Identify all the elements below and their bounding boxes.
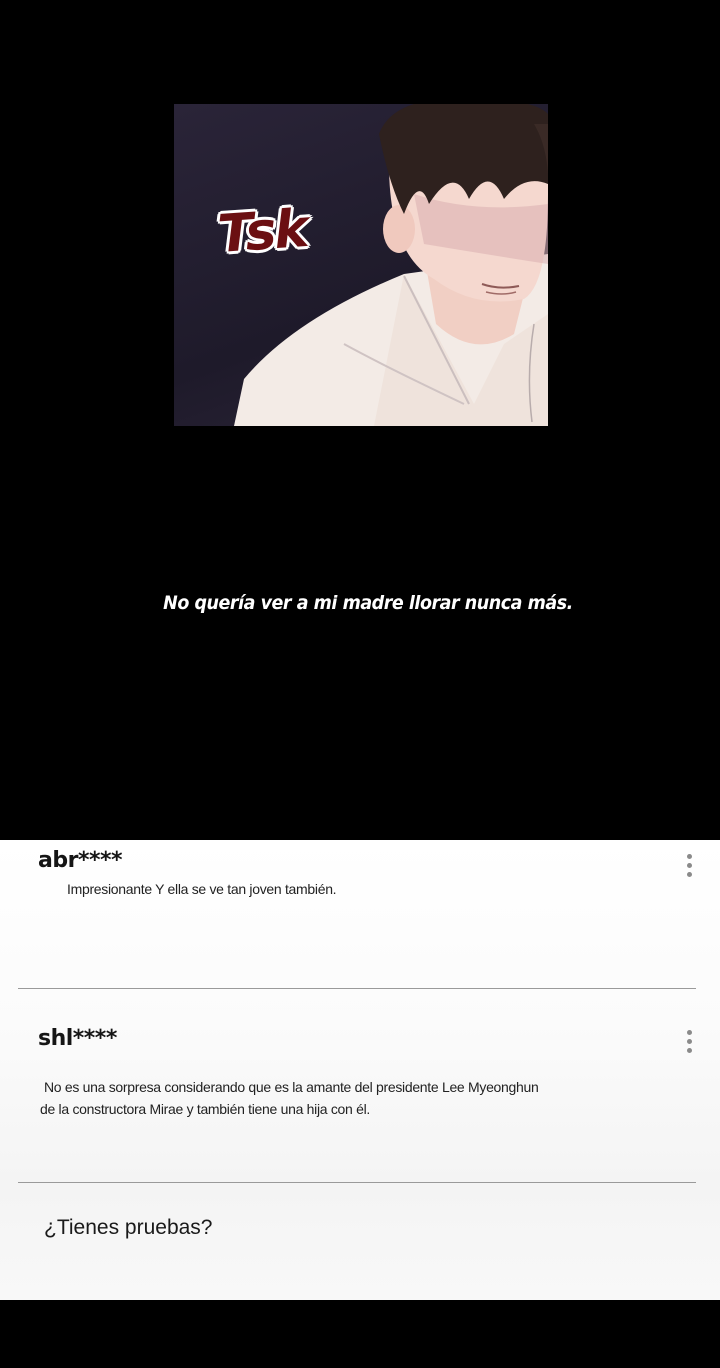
more-vertical-icon[interactable]: [686, 1030, 692, 1053]
character-illustration: [234, 104, 548, 426]
comment-text-line1: No es una sorpresa considerando que es l…: [44, 1079, 539, 1095]
comments-section: abr**** Impresionante Y ella se ve tan j…: [0, 840, 720, 1300]
reply-text: ¿Tienes pruebas?: [44, 1216, 213, 1239]
divider: [18, 1182, 696, 1183]
narration-caption: No quería ver a mi madre llorar nunca má…: [163, 592, 573, 614]
comment-text: Impresionante Y ella se ve tan joven tam…: [67, 881, 337, 897]
comment-username: shl****: [38, 1026, 117, 1051]
sound-effect-text: Tsk: [216, 198, 309, 266]
comment-text-line2: de la constructora Mirae y también tiene…: [40, 1101, 370, 1117]
divider: [18, 988, 696, 989]
comment-username: abr****: [38, 848, 122, 873]
comic-panel: Tsk: [174, 104, 548, 426]
more-vertical-icon[interactable]: [686, 854, 692, 877]
